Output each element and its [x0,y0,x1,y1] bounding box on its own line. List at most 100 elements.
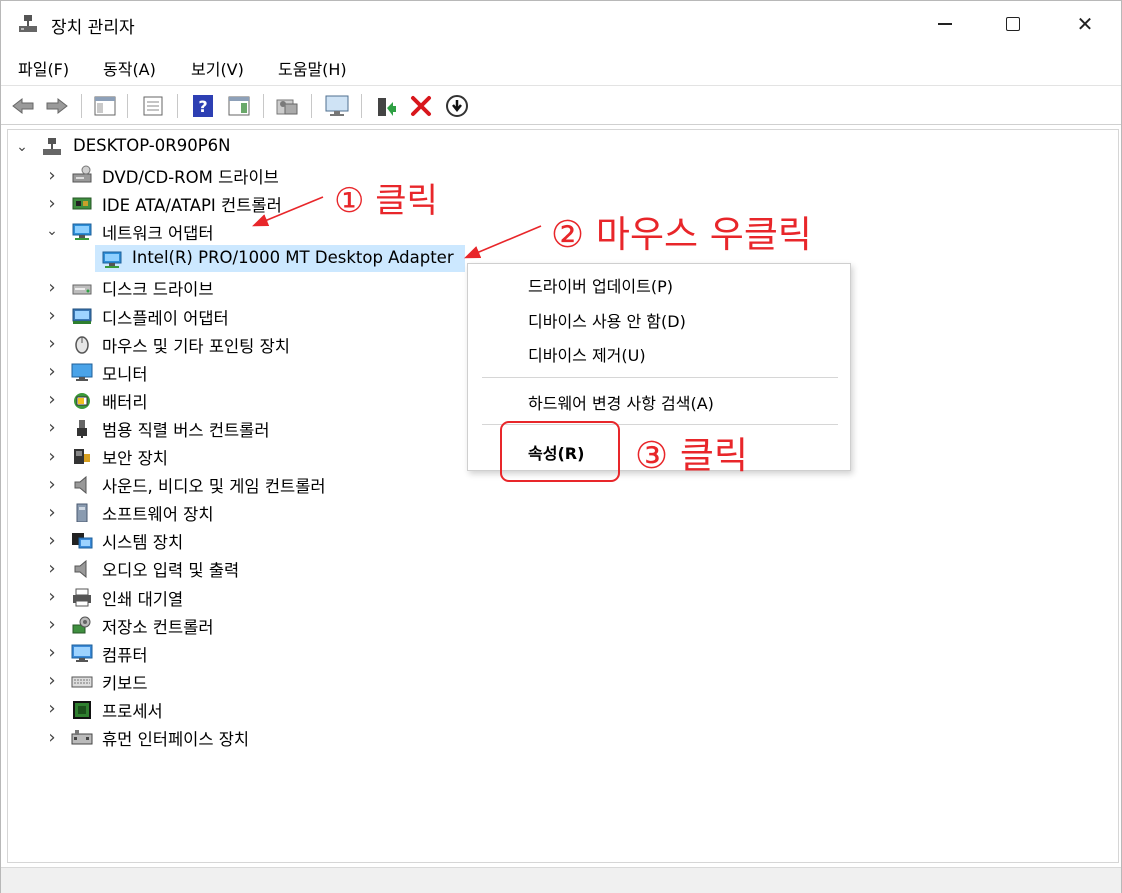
status-bar [1,867,1121,893]
expand-chevron-icon[interactable]: › [45,502,59,523]
usb-icon [77,419,87,438]
expand-chevron-icon[interactable]: › [45,474,59,495]
menu-bar: 파일(F) 동작(A) 보기(V) 도움말(H) [1,49,1121,83]
toolbar: ? [1,85,1121,125]
ctx-uninstall-device[interactable]: 디바이스 제거(U) [528,342,646,366]
tree-item-label: 오디오 입력 및 출력 [102,561,240,581]
close-icon: ✕ [1076,12,1094,36]
uninstall-icon [411,96,431,116]
tree-item-label: 디스플레이 어댑터 [102,308,229,328]
mouse-icon [75,335,89,354]
collapse-chevron-icon[interactable]: ⌄ [45,223,59,239]
scan-hardware-button[interactable] [273,92,301,120]
close-button[interactable]: ✕ [1057,1,1113,47]
expand-chevron-icon[interactable]: › [45,586,59,607]
update-driver-button[interactable] [371,92,399,120]
menu-view[interactable]: 보기(V) [191,56,244,80]
ide-controller-icon [72,197,92,210]
console-tree-button[interactable] [91,92,119,120]
minimize-button[interactable] [917,1,973,47]
display-adapter-icon [72,308,92,324]
title-bar: 장치 관리자 ✕ [1,1,1121,47]
speaker-icon [74,476,87,495]
menu-file[interactable]: 파일(F) [18,56,69,80]
menu-action[interactable]: 동작(A) [103,56,156,80]
properties-toolbar-button[interactable] [139,92,167,120]
expand-chevron-icon[interactable]: › [45,277,59,298]
annotation-step2: ② 마우스 우클릭 [551,213,812,256]
tree-item-label: 모니터 [102,364,148,384]
dvd-drive-icon [72,165,92,183]
annotation-step1: ① 클릭 [334,181,438,221]
device-manager-app-icon [19,15,37,32]
disable-device-button[interactable] [443,92,471,120]
monitor-toolbar-button[interactable] [323,92,351,120]
expand-chevron-icon[interactable]: › [45,305,59,326]
expand-chevron-icon[interactable]: › [45,698,59,719]
expand-chevron-icon[interactable]: › [45,417,59,438]
security-device-icon [74,449,90,464]
window-title: 장치 관리자 [51,18,135,38]
tree-item-label: 디스크 드라이브 [102,280,214,300]
expand-chevron-icon[interactable]: › [45,558,59,579]
annotation-highlight-box [500,421,620,482]
keyboard-icon [71,676,93,688]
help-button[interactable]: ? [189,92,217,120]
maximize-button[interactable] [985,1,1041,47]
speaker-icon [74,560,87,579]
hid-icon [71,730,93,745]
tree-item-label: 키보드 [102,673,148,693]
annotation-step3: ③ 클릭 [635,434,749,477]
tree-item-label: 네트워크 어댑터 [102,224,214,244]
expand-chevron-icon[interactable]: › [45,727,59,748]
back-arrow-icon [12,97,34,115]
expand-chevron-icon[interactable]: › [45,361,59,382]
tree-item-label: 마우스 및 기타 포인팅 장치 [102,336,290,356]
expand-chevron-icon[interactable]: › [45,530,59,551]
tree-item-label: 소프트웨어 장치 [102,505,214,525]
help-icon: ? [193,95,213,117]
tree-item-label: DVD/CD-ROM 드라이브 [102,168,279,187]
network-adapter-icon [102,251,122,269]
expand-chevron-icon[interactable]: › [45,446,59,467]
expand-chevron-icon[interactable]: › [45,389,59,410]
expand-chevron-icon[interactable]: › [45,333,59,354]
forward-button[interactable] [43,92,71,120]
computer-root-icon [43,138,61,155]
ctx-update-driver[interactable]: 드라이버 업데이트(P) [528,273,673,297]
menu-help[interactable]: 도움말(H) [278,56,347,80]
show-hide-console-tree-icon [94,96,116,116]
expand-chevron-icon[interactable]: › [45,670,59,691]
computer-icon [71,644,93,662]
tree-item-label: 프로세서 [102,701,163,721]
software-device-icon [76,503,88,523]
monitor-icon [71,363,93,381]
action-pane-button[interactable] [225,92,253,120]
tree-item-label: 보안 장치 [102,449,168,468]
ctx-scan-hardware[interactable]: 하드웨어 변경 사항 검색(A) [528,390,714,414]
tree-item-label: 범용 직렬 버스 컨트롤러 [102,420,270,440]
device-manager-window: 장치 관리자 ✕ 파일(F) 동작(A) 보기(V) 도움말(H) ? ⌄ DE… [0,0,1122,893]
disable-device-icon [446,95,468,117]
minimize-icon [938,23,952,25]
svg-text:?: ? [198,97,207,116]
expand-chevron-icon[interactable]: › [45,165,59,186]
processor-icon [73,700,91,719]
tree-item-label: 휴먼 인터페이스 장치 [102,730,250,749]
expand-chevron-icon[interactable]: › [45,193,59,214]
expand-chevron-icon[interactable]: › [45,642,59,663]
collapse-chevron-icon[interactable]: ⌄ [15,139,29,155]
tree-root-label: DESKTOP-0R90P6N [73,136,231,155]
action-pane-icon [228,96,250,116]
forward-arrow-icon [46,97,68,115]
tree-item-label: 사운드, 비디오 및 게임 컨트롤러 [102,477,326,497]
back-button[interactable] [9,92,37,120]
tree-item-label: 인쇄 대기열 [102,589,184,609]
expand-chevron-icon[interactable]: › [45,614,59,635]
uninstall-button[interactable] [407,92,435,120]
maximize-icon [1006,17,1020,31]
update-driver-icon [378,98,396,116]
ctx-disable-device[interactable]: 디바이스 사용 안 함(D) [528,308,686,332]
tree-item-label: 배터리 [102,392,148,412]
monitor-icon [325,95,349,116]
